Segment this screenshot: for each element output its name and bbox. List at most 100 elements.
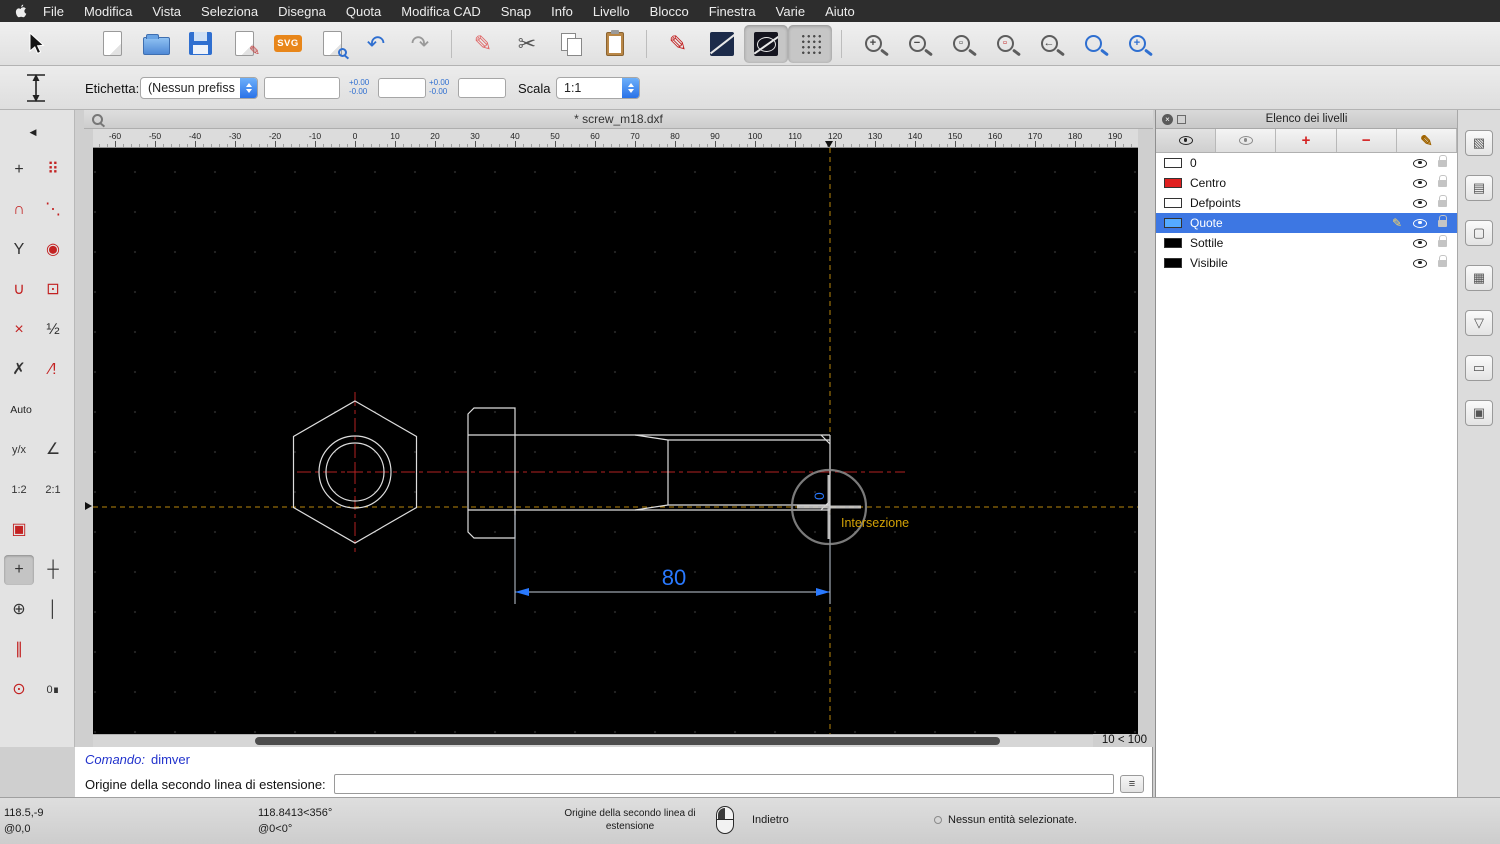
snap-perpendicular-button[interactable]: Y — [4, 235, 34, 265]
snap-endpoints-button[interactable]: ∩ — [4, 195, 34, 225]
snap-intersection-manual-button[interactable]: ✗ — [4, 355, 34, 385]
zoom-auto-button[interactable]: ▫ — [939, 25, 983, 63]
toggle-all-layers-visibility-button[interactable] — [1156, 129, 1217, 152]
scrollbar-thumb[interactable] — [255, 737, 1000, 745]
add-layer-button[interactable]: + — [1276, 129, 1337, 152]
detach-panel-button[interactable] — [1177, 115, 1186, 124]
close-panel-button[interactable]: × — [1162, 114, 1173, 125]
menu-blocco[interactable]: Blocco — [640, 4, 699, 19]
edit-pen-button[interactable]: ✎ — [461, 25, 505, 63]
zoom-previous-button[interactable]: ← — [1027, 25, 1071, 63]
lock-relative-zero-button[interactable]: 0∎ — [38, 675, 68, 705]
layer-row-0[interactable]: 0 — [1156, 153, 1457, 173]
lock-icon[interactable] — [1438, 194, 1448, 207]
lock-icon[interactable] — [1438, 254, 1448, 267]
snap-reference-button[interactable]: ⊡ — [38, 275, 68, 305]
restrict-vertical-button[interactable]: ┼ — [38, 555, 68, 585]
line-tools-button[interactable] — [700, 25, 744, 63]
relative-polar-button[interactable]: ∠ — [38, 435, 68, 465]
panel-property-editor-button[interactable]: ▦ — [1465, 265, 1493, 291]
snap-auto-button[interactable]: Auto — [4, 395, 38, 425]
snap-coordinate-button[interactable]: ∕! — [38, 355, 68, 385]
snap-center-button[interactable]: ◉ — [38, 235, 68, 265]
select-tool-button[interactable] — [14, 25, 58, 63]
panel-clipboard-button[interactable]: ▣ — [1465, 400, 1493, 426]
visibility-eye-icon[interactable] — [1413, 178, 1427, 188]
menu-aiuto[interactable]: Aiuto — [815, 4, 865, 19]
command-input[interactable] — [333, 774, 1114, 794]
panel-cad-toolbar-button[interactable]: ▧ — [1465, 130, 1493, 156]
label-prefix-select[interactable]: (Nessun prefiss — [140, 77, 258, 99]
restrict-vertical-line-button[interactable]: │ — [38, 595, 68, 625]
visibility-eye-icon[interactable] — [1413, 238, 1427, 248]
relative-cartesian-button[interactable]: y/x — [4, 435, 34, 465]
menu-info[interactable]: Info — [541, 4, 583, 19]
drawing-canvas[interactable]: 80 0 Intersezione — [93, 148, 1138, 734]
command-options-button[interactable]: ≡ — [1120, 775, 1144, 793]
restrict-ratio-1-2-button[interactable]: 1:2 — [4, 475, 34, 505]
lock-icon[interactable] — [1438, 154, 1448, 167]
ellipse-tools-button[interactable] — [744, 24, 788, 63]
layer-row-quote[interactable]: Quote ✎ — [1156, 213, 1457, 233]
menu-vista[interactable]: Vista — [142, 4, 191, 19]
remove-layer-button[interactable]: − — [1336, 129, 1397, 152]
toggle-layer-visibility-button[interactable] — [1216, 129, 1277, 152]
menu-quota[interactable]: Quota — [336, 4, 391, 19]
horizontal-scrollbar[interactable] — [93, 734, 1093, 747]
draw-pen-button[interactable]: ✎ — [656, 25, 700, 63]
lock-icon[interactable] — [1438, 214, 1448, 227]
layer-row-centro[interactable]: Centro — [1156, 173, 1457, 193]
collapse-toolbar-button[interactable]: ◀ — [20, 124, 46, 140]
svg-export-button[interactable]: SVG — [266, 25, 310, 63]
panel-library-button[interactable]: ▤ — [1465, 175, 1493, 201]
menu-modifica-cad[interactable]: Modifica CAD — [391, 4, 490, 19]
menu-modifica[interactable]: Modifica — [74, 4, 142, 19]
tolerance-upper-input[interactable] — [378, 78, 426, 98]
undo-button[interactable]: ↶ — [354, 25, 398, 63]
restrict-horizontal-button[interactable]: ⊕ — [4, 595, 34, 625]
snap-free-button[interactable]: + — [4, 155, 34, 185]
edit-layer-button[interactable]: ✎ — [1396, 129, 1458, 152]
menu-livello[interactable]: Livello — [583, 4, 640, 19]
drawing-preferences-button[interactable]: ✎ — [222, 25, 266, 63]
zoom-in-button[interactable]: + — [851, 25, 895, 63]
snap-grid-button[interactable]: ⠿ — [38, 155, 68, 185]
visibility-eye-icon[interactable] — [1413, 258, 1427, 268]
zoom-out-button[interactable]: − — [895, 25, 939, 63]
apple-menu[interactable] — [14, 4, 27, 19]
scale-select[interactable]: 1:1 — [556, 77, 640, 99]
visibility-eye-icon[interactable] — [1413, 198, 1427, 208]
menu-disegna[interactable]: Disegna — [268, 4, 336, 19]
menu-varie[interactable]: Varie — [766, 4, 815, 19]
panel-filter-button[interactable]: ▽ — [1465, 310, 1493, 336]
save-file-button[interactable] — [178, 25, 222, 63]
grid-toggle-button[interactable] — [788, 24, 832, 63]
layer-row-sottile[interactable]: Sottile — [1156, 233, 1457, 253]
paste-button[interactable] — [593, 25, 637, 63]
snap-middle-button[interactable]: ∪ — [4, 275, 34, 305]
open-file-button[interactable] — [134, 25, 178, 63]
layer-row-visibile[interactable]: Visibile — [1156, 253, 1457, 273]
zoom-selection-button[interactable]: ▫ — [983, 25, 1027, 63]
restrict-orthogonal-button[interactable]: + — [4, 555, 34, 585]
visibility-eye-icon[interactable] — [1413, 158, 1427, 168]
lock-icon[interactable] — [1438, 174, 1448, 187]
menu-seleziona[interactable]: Seleziona — [191, 4, 268, 19]
snap-on-entity-button[interactable]: ⋱ — [38, 195, 68, 225]
new-file-button[interactable] — [90, 25, 134, 63]
menu-file[interactable]: File — [33, 4, 74, 19]
lock-icon[interactable] — [1438, 234, 1448, 247]
restrict-none-button[interactable]: ▣ — [4, 515, 34, 545]
print-preview-button[interactable] — [310, 25, 354, 63]
menu-finestra[interactable]: Finestra — [699, 4, 766, 19]
visibility-eye-icon[interactable] — [1413, 218, 1427, 228]
snap-parallel-button[interactable]: ∥ — [4, 635, 34, 665]
restrict-ratio-2-1-button[interactable]: 2:1 — [38, 475, 68, 505]
redo-button[interactable]: ↷ — [398, 25, 442, 63]
panel-widgets-button[interactable]: ▢ — [1465, 220, 1493, 246]
snap-intersection-button[interactable]: × — [4, 315, 34, 345]
copy-button[interactable] — [549, 25, 593, 63]
snap-distance-button[interactable]: ½ — [38, 315, 68, 345]
tolerance-lower-input[interactable] — [458, 78, 506, 98]
layer-row-defpoints[interactable]: Defpoints — [1156, 193, 1457, 213]
